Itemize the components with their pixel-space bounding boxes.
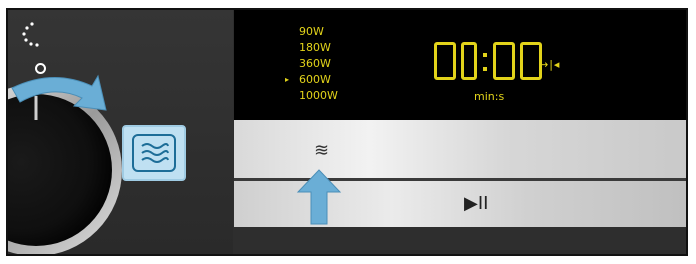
power-level-90w[interactable]: 90W: [299, 24, 379, 40]
power-level-180w[interactable]: 180W: [299, 40, 379, 56]
power-level-label: 180W: [299, 41, 331, 54]
power-level-label: 90W: [299, 25, 324, 38]
start-pause-button[interactable]: ▶II: [464, 193, 488, 214]
time-digit: [493, 42, 515, 80]
time-digit: [461, 42, 477, 80]
status-display: 90W 180W 360W ▸ 600W 1000W ↦|◂ min:s: [234, 10, 686, 120]
microwave-mode-button[interactable]: [122, 125, 186, 181]
power-level-label: 360W: [299, 57, 331, 70]
selected-marker-icon: ▸: [285, 75, 290, 84]
time-digit: [434, 42, 456, 80]
time-colon: [482, 42, 488, 88]
power-level-label: 600W: [299, 73, 331, 86]
microwave-icon[interactable]: ≋: [314, 140, 329, 161]
time-readout: [434, 42, 542, 88]
rotate-arrow-icon: [11, 74, 107, 111]
appliance-control-panel: 90W 180W 360W ▸ 600W 1000W ↦|◂ min:s ≋ ▶…: [6, 8, 688, 256]
power-level-label: 1000W: [299, 89, 338, 102]
knob-panel: [8, 10, 233, 254]
duration-end-icon: ↦|◂: [539, 58, 561, 71]
power-level-360w[interactable]: 360W: [299, 56, 379, 72]
time-unit-label: min:s: [474, 90, 505, 103]
power-level-600w[interactable]: ▸ 600W: [285, 72, 379, 88]
microwave-waves-icon: [132, 134, 176, 172]
power-level-1000w[interactable]: 1000W: [299, 88, 379, 104]
power-level-list: 90W 180W 360W ▸ 600W 1000W: [285, 24, 379, 104]
touch-up-arrow-icon: [296, 169, 342, 225]
